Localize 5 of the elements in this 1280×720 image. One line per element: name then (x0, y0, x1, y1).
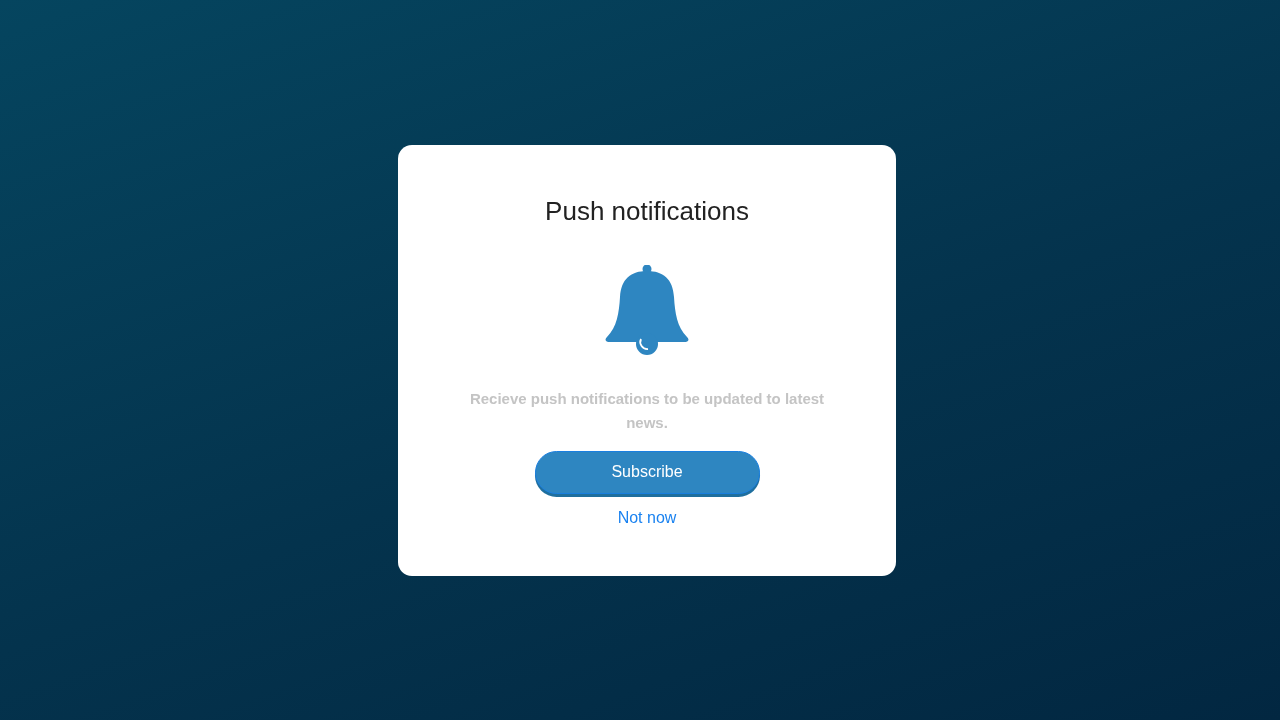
bell-icon (605, 264, 689, 355)
dialog-message: Recieve push notifications to be updated to latest news. (468, 388, 826, 433)
dialog-title: Push notifications (545, 194, 749, 227)
subscribe-button[interactable]: Subscribe (534, 450, 760, 494)
not-now-link[interactable]: Not now (617, 508, 677, 527)
